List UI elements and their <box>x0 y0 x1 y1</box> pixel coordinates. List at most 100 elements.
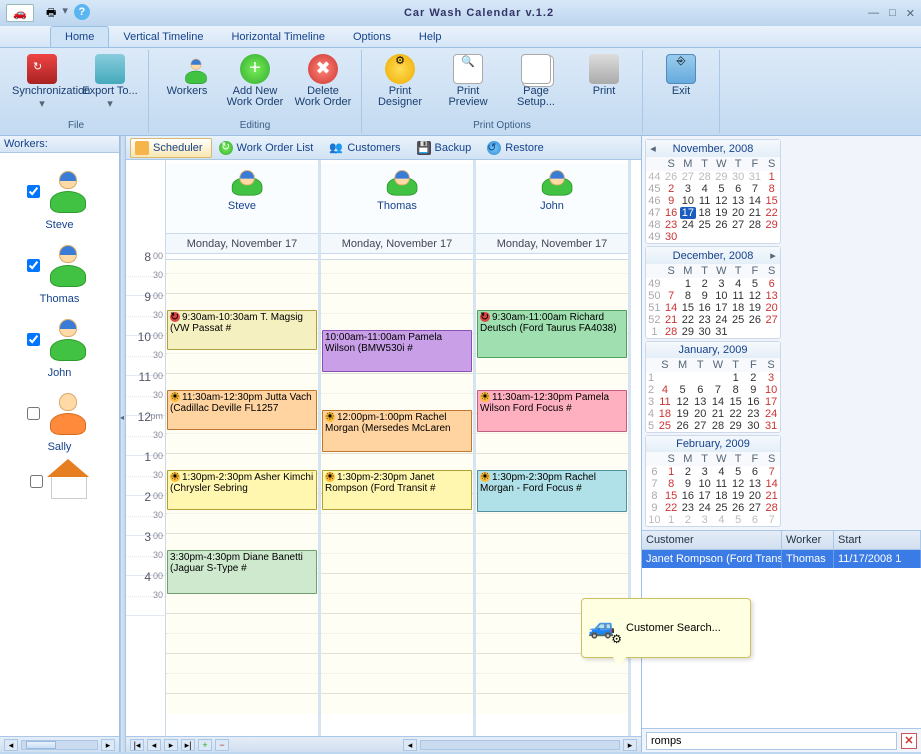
col-customer[interactable]: Customer <box>642 531 782 549</box>
worker-checkbox[interactable] <box>27 407 40 420</box>
tab-vertical-timeline[interactable]: Vertical Timeline <box>109 27 217 47</box>
worker-avatar[interactable] <box>44 315 92 363</box>
cal-prev[interactable]: ◂ <box>648 142 658 155</box>
result-row[interactable]: Janet Rompson (Ford Transit Thomas 11/17… <box>642 550 921 568</box>
search-input[interactable] <box>646 732 897 750</box>
schedule-grid[interactable]: 800309003010003011003012pm30100302003030… <box>126 160 641 736</box>
column-date: Monday, November 17 <box>166 234 318 254</box>
tab-options[interactable]: Options <box>339 27 405 47</box>
search-tooltip: 🚙 ⚙ Customer Search... <box>581 598 751 658</box>
exit-button[interactable]: ⎆Exit <box>649 52 713 131</box>
print-button[interactable]: Print <box>572 52 636 120</box>
mini-calendar[interactable]: February, 2009SMTWTFS6123456778910111213… <box>645 435 781 527</box>
subtab-work-order-list[interactable]: ↻Work Order List <box>214 138 323 158</box>
qat-dropdown-icon[interactable]: ▾ <box>62 4 68 23</box>
worker-avatar[interactable] <box>44 167 92 215</box>
workers-panel: Workers: Steve Thomas John Sally ◂▸ <box>0 136 120 752</box>
close-button[interactable]: ✕ <box>906 7 915 20</box>
ribbon-tabs: Home Vertical Timeline Horizontal Timeli… <box>0 26 921 48</box>
scroll-left[interactable]: ◂ <box>403 739 417 751</box>
ribbon-group-editing: Workers +Add New Work Order ✖Delete Work… <box>149 50 362 133</box>
tab-help[interactable]: Help <box>405 27 456 47</box>
minimize-button[interactable]: — <box>868 7 879 20</box>
appointment[interactable]: ☀1:30pm-2:30pm Rachel Morgan - Ford Focu… <box>477 470 627 512</box>
nav-next[interactable]: ▸ <box>164 739 178 751</box>
print-designer-button[interactable]: ⚙Print Designer <box>368 52 432 120</box>
nav-first[interactable]: |◂ <box>130 739 144 751</box>
right-panel: ◂November, 2008SMTWTFS442627282930311452… <box>641 136 921 752</box>
qat-print-icon[interactable]: 🖶 <box>46 4 56 23</box>
ribbon-group-exit: ⎆Exit <box>643 50 720 133</box>
app-icon[interactable]: 🚗 <box>6 4 34 22</box>
mini-calendar[interactable]: January, 2009SMTWTFS11232456789103111213… <box>645 341 781 433</box>
print-preview-button[interactable]: 🔍Print Preview <box>436 52 500 120</box>
column-date: Monday, November 17 <box>476 234 628 254</box>
cal-next[interactable]: ▸ <box>768 249 778 262</box>
workers-panel-title: Workers: <box>0 136 119 153</box>
worker-name: Sally <box>48 441 72 453</box>
nav-last[interactable]: ▸| <box>181 739 195 751</box>
schedule-nav-bar: |◂ ◂ ▸ ▸| + − ◂ ▸ <box>126 736 641 752</box>
subtab-restore[interactable]: ↺Restore <box>482 138 553 158</box>
mini-calendar[interactable]: ◂November, 2008SMTWTFS442627282930311452… <box>645 139 781 244</box>
search-bar: ✕ <box>642 728 921 752</box>
worker-checkbox[interactable] <box>27 259 40 272</box>
qat-help-icon[interactable]: ? <box>74 4 90 20</box>
appointment[interactable]: ☀12:00pm-1:00pm Rachel Morgan (Mersedes … <box>322 410 472 452</box>
worker-checkbox[interactable] <box>27 333 40 346</box>
mini-calendar[interactable]: December, 2008▸SMTWTFS491234565078910111… <box>645 246 781 339</box>
ribbon-group-print: ⚙Print Designer 🔍Print Preview Page Setu… <box>362 50 643 133</box>
maximize-button[interactable]: □ <box>889 7 896 20</box>
worker-avatar[interactable] <box>44 389 92 437</box>
workers-list: Steve Thomas John Sally <box>0 153 119 736</box>
sync-button[interactable]: ↻Synchronization▾ <box>10 52 74 120</box>
title-bar: 🚗 🖶 ▾ ? Car Wash Calendar v.1.2 — □ ✕ <box>0 0 921 26</box>
appointment[interactable]: ☀11:30am-12:30pm Pamela Wilson Ford Focu… <box>477 390 627 432</box>
time-scale: 800309003010003011003012pm30100302003030… <box>126 160 166 736</box>
nav-add[interactable]: + <box>198 739 212 751</box>
worker-avatar[interactable] <box>44 241 92 289</box>
worker-checkbox[interactable] <box>30 475 43 488</box>
tab-home[interactable]: Home <box>50 26 109 47</box>
column-header[interactable]: Steve <box>166 164 318 234</box>
workers-scrollbar[interactable]: ◂▸ <box>0 736 119 752</box>
worker-name: John <box>48 367 72 379</box>
tab-horizontal-timeline[interactable]: Horizontal Timeline <box>217 27 339 47</box>
appointment[interactable]: 10:00am-11:00am Pamela Wilson (BMW530i # <box>322 330 472 372</box>
ribbon-group-file: ↻Synchronization▾ Export To...▾ File <box>4 50 149 133</box>
appointment[interactable]: ☀1:30pm-2:30pm Janet Rompson (Ford Trans… <box>322 470 472 510</box>
worker-checkbox[interactable] <box>27 185 40 198</box>
restore-icon: ↺ <box>487 141 501 155</box>
scroll-right[interactable]: ▸ <box>623 739 637 751</box>
col-worker[interactable]: Worker <box>782 531 834 549</box>
subtab-scheduler[interactable]: Scheduler <box>130 138 212 158</box>
delete-work-order-button[interactable]: ✖Delete Work Order <box>291 52 355 120</box>
worker-name: Thomas <box>40 293 80 305</box>
appointment[interactable]: ↻9:30am-10:30am T. Magsig (VW Passat # <box>167 310 317 350</box>
export-button[interactable]: Export To...▾ <box>78 52 142 120</box>
add-work-order-button[interactable]: +Add New Work Order <box>223 52 287 120</box>
appointment[interactable]: 3:30pm-4:30pm Diane Banetti (Jaguar S-Ty… <box>167 550 317 594</box>
page-setup-button[interactable]: Page Setup... <box>504 52 568 120</box>
clear-search-icon[interactable]: ✕ <box>901 733 917 749</box>
appointment[interactable]: ☀1:30pm-2:30pm Asher Kimchi (Chrysler Se… <box>167 470 317 510</box>
appointment[interactable]: ↻9:30am-11:00am Richard Deutsch (Ford Ta… <box>477 310 627 358</box>
col-start[interactable]: Start <box>834 531 921 549</box>
nav-prev[interactable]: ◂ <box>147 739 161 751</box>
day-columns: SteveMonday, November 17↻9:30am-10:30am … <box>166 160 631 736</box>
refresh-icon: ↻ <box>219 141 233 155</box>
workers-button[interactable]: Workers <box>155 52 219 120</box>
column-header[interactable]: John <box>476 164 628 234</box>
mini-calendars: ◂November, 2008SMTWTFS442627282930311452… <box>642 136 921 530</box>
column-header[interactable]: Thomas <box>321 164 473 234</box>
subtab-customers[interactable]: 👥Customers <box>324 138 409 158</box>
disk-icon: 💾 <box>417 141 431 155</box>
worker-avatar[interactable] <box>47 463 89 499</box>
gear-icon: ⚙ <box>611 632 622 646</box>
nav-remove[interactable]: − <box>215 739 229 751</box>
subtab-backup[interactable]: 💾Backup <box>412 138 481 158</box>
appointment[interactable]: ☀11:30am-12:30pm Jutta Vach (Cadillac De… <box>167 390 317 430</box>
column-date: Monday, November 17 <box>321 234 473 254</box>
ribbon: ↻Synchronization▾ Export To...▾ File Wor… <box>0 48 921 136</box>
worker-name: Steve <box>45 219 73 231</box>
